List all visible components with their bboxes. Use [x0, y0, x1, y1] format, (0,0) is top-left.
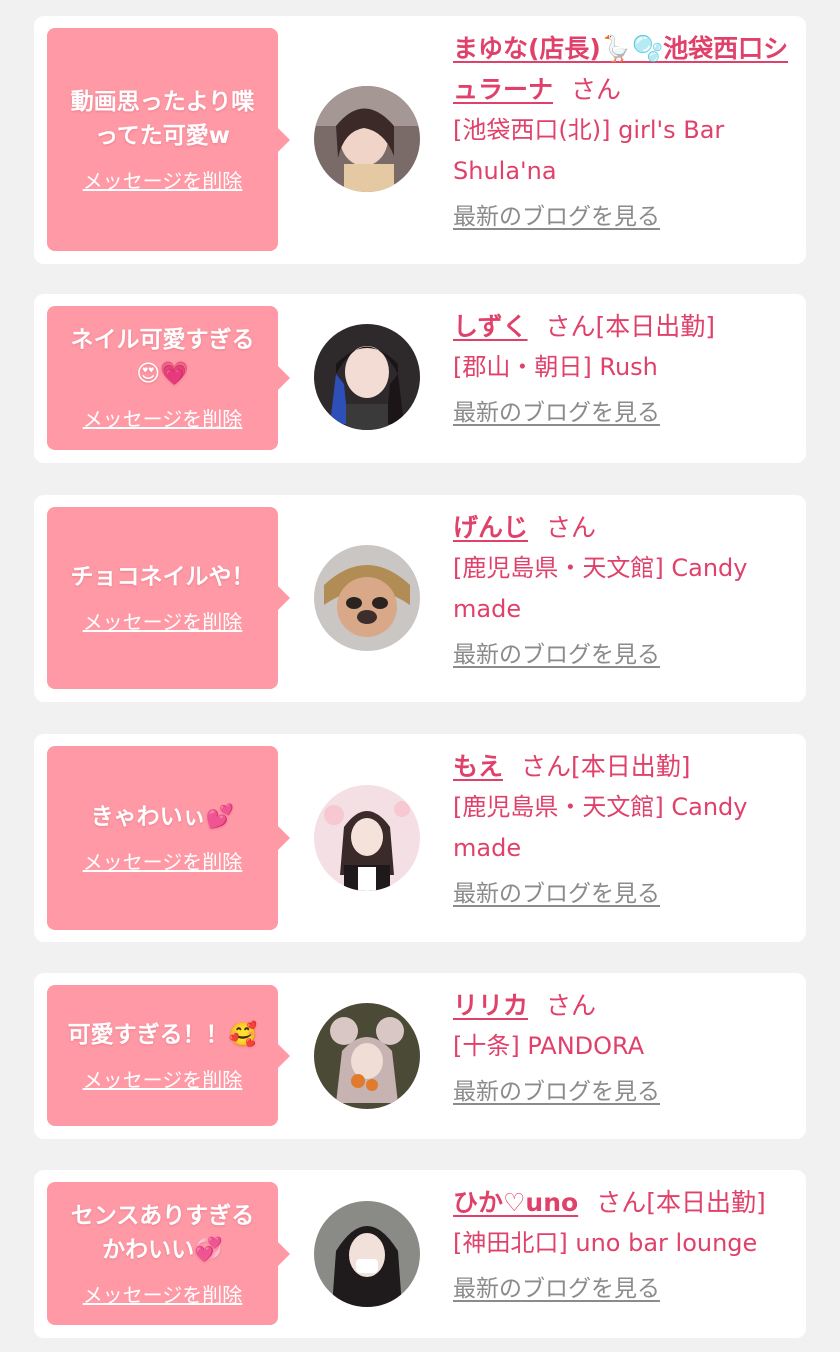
message-bubble: 動画思ったより喋ってた可愛w メッセージを削除 [47, 28, 290, 251]
latest-blog-link[interactable]: 最新のブログを見る [453, 396, 660, 430]
message-card: きゃわいぃ💕 メッセージを削除 もえ さん[本日出勤] [鹿児島県・天文館] Ca… [34, 734, 806, 942]
shop-name: [池袋西口(北)] girl's Bar Shula'na [453, 116, 725, 185]
cast-info: もえ さん[本日出勤] [鹿児島県・天文館] Candy made 最新のブログを… [453, 746, 793, 911]
message-text: センスありすぎるかわいい💞 [70, 1202, 255, 1263]
name-suffix: さん[本日出勤] [545, 312, 716, 341]
avatar-photo-icon [314, 785, 420, 891]
cast-info: ひか♡uno さん[本日出勤] [神田北口] uno bar lounge 最新の… [453, 1182, 793, 1306]
shop-name: [鹿児島県・天文館] Candy made [453, 554, 748, 623]
shop-name: [十条] PANDORA [453, 1032, 645, 1060]
avatar[interactable] [314, 785, 420, 891]
name-suffix: さん [571, 75, 622, 104]
message-text: ネイル可愛すぎる😍💗 [70, 327, 255, 387]
cast-name-link[interactable]: げんじ [453, 513, 528, 542]
message-list: 動画思ったより喋ってた可愛w メッセージを削除 まゆな(店長)🪿🫧池袋西口シュラ… [0, 0, 840, 1352]
avatar-photo-icon [314, 86, 420, 192]
message-card: 動画思ったより喋ってた可愛w メッセージを削除 まゆな(店長)🪿🫧池袋西口シュラ… [34, 16, 806, 264]
delete-message-link[interactable]: メッセージを削除 [83, 167, 243, 195]
message-bubble: チョコネイルや！ メッセージを削除 [47, 507, 290, 689]
name-line: しずく さん[本日出勤] [453, 306, 793, 347]
message-bubble: センスありすぎるかわいい💞 メッセージを削除 [47, 1182, 290, 1325]
message-card: 可愛すぎる！！🥰 メッセージを削除 リリカ さん [十条] PANDORA 最新の… [34, 973, 806, 1139]
cast-info: しずく さん[本日出勤] [郡山・朝日] Rush 最新のブログを見る [453, 306, 793, 430]
name-line: まゆな(店長)🪿🫧池袋西口シュラーナ さん [453, 28, 793, 110]
delete-message-link[interactable]: メッセージを削除 [83, 1066, 243, 1094]
avatar[interactable] [314, 324, 420, 430]
delete-message-link[interactable]: メッセージを削除 [83, 608, 243, 636]
delete-message-link[interactable]: メッセージを削除 [83, 1281, 243, 1309]
avatar-photo-icon [314, 1003, 420, 1109]
latest-blog-link[interactable]: 最新のブログを見る [453, 1075, 660, 1109]
delete-message-link[interactable]: メッセージを削除 [83, 405, 243, 433]
message-bubble: きゃわいぃ💕 メッセージを削除 [47, 746, 290, 930]
cast-info: まゆな(店長)🪿🫧池袋西口シュラーナ さん [池袋西口(北)] girl's Ba… [453, 28, 793, 234]
delete-message-link[interactable]: メッセージを削除 [83, 848, 243, 876]
latest-blog-link[interactable]: 最新のブログを見る [453, 877, 660, 911]
cast-name-link[interactable]: もえ [453, 752, 503, 781]
shop-name: [鹿児島県・天文館] Candy made [453, 793, 748, 862]
latest-blog-link[interactable]: 最新のブログを見る [453, 200, 660, 234]
message-text: きゃわいぃ💕 [90, 804, 235, 830]
cast-name-link[interactable]: ひか♡uno [453, 1188, 578, 1217]
name-line: リリカ さん [453, 985, 793, 1026]
message-bubble: 可愛すぎる！！🥰 メッセージを削除 [47, 985, 290, 1126]
message-card: チョコネイルや！ メッセージを削除 げんじ さん [鹿児島県・天文館] Candy… [34, 495, 806, 702]
cast-info: リリカ さん [十条] PANDORA 最新のブログを見る [453, 985, 793, 1109]
name-line: ひか♡uno さん[本日出勤] [453, 1182, 793, 1223]
name-suffix: さん[本日出勤] [521, 752, 691, 781]
cast-info: げんじ さん [鹿児島県・天文館] Candy made 最新のブログを見る [453, 507, 793, 672]
name-suffix: さん[本日出勤] [596, 1188, 766, 1217]
latest-blog-link[interactable]: 最新のブログを見る [453, 638, 660, 672]
shop-name: [郡山・朝日] Rush [453, 353, 658, 381]
message-card: ネイル可愛すぎる😍💗 メッセージを削除 しずく さん[本日出勤] [郡山・朝日] … [34, 294, 806, 463]
avatar-photo-icon [314, 324, 420, 430]
message-text: 可愛すぎる！！🥰 [67, 1021, 258, 1048]
avatar[interactable] [314, 1201, 420, 1307]
name-line: もえ さん[本日出勤] [453, 746, 793, 787]
message-bubble: ネイル可愛すぎる😍💗 メッセージを削除 [47, 306, 290, 450]
avatar[interactable] [314, 86, 420, 192]
shop-name: [神田北口] uno bar lounge [453, 1229, 758, 1257]
name-line: げんじ さん [453, 507, 793, 548]
avatar-photo-icon [314, 545, 420, 651]
avatar[interactable] [314, 1003, 420, 1109]
cast-name-link[interactable]: リリカ [453, 991, 528, 1020]
avatar-photo-icon [314, 1201, 420, 1307]
cast-name-link[interactable]: しずく [453, 312, 528, 341]
avatar[interactable] [314, 545, 420, 651]
message-text: 動画思ったより喋ってた可愛w [70, 88, 255, 149]
message-text: チョコネイルや！ [70, 564, 255, 590]
name-suffix: さん [546, 991, 597, 1020]
message-card: センスありすぎるかわいい💞 メッセージを削除 ひか♡uno さん[本日出勤] [神… [34, 1170, 806, 1338]
latest-blog-link[interactable]: 最新のブログを見る [453, 1272, 660, 1306]
name-suffix: さん [546, 513, 597, 542]
